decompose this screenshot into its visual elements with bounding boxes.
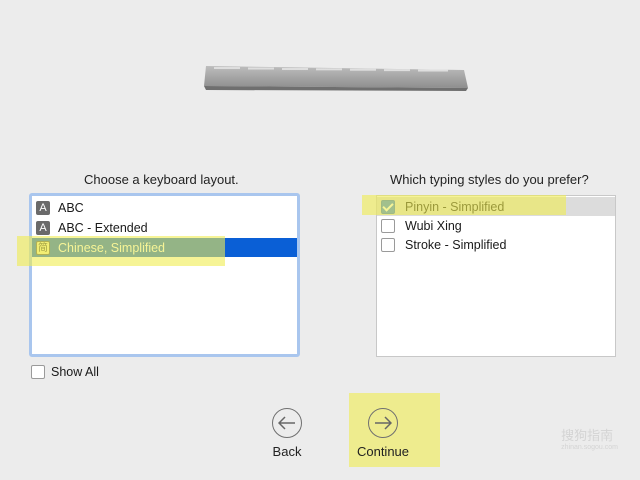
layout-item-abc-extended[interactable]: A ABC - Extended [32,218,297,237]
back-arrow-icon [272,408,302,438]
style-item-label: Pinyin - Simplified [405,199,505,214]
layout-prompt: Choose a keyboard layout. [84,172,239,187]
wubi-checkbox[interactable] [381,218,395,233]
keyboard-image [204,66,468,91]
show-all-checkbox[interactable] [31,365,45,379]
pinyin-checkbox[interactable] [381,199,395,214]
abc-input-icon: A [36,220,50,235]
chinese-input-icon: 简 [36,240,50,255]
layout-item-abc[interactable]: A ABC [32,198,297,217]
layout-item-label: ABC [58,200,84,215]
layout-item-chinese-simplified[interactable]: 简 Chinese, Simplified [32,238,297,257]
typing-style-list[interactable]: Pinyin - Simplified Wubi Xing Stroke - S… [376,195,616,357]
style-item-wubi[interactable]: Wubi Xing [377,216,615,235]
keyboard-layout-list[interactable]: A ABC A ABC - Extended 简 Chinese, Simpli… [29,193,300,357]
continue-button[interactable]: Continue [352,408,414,459]
watermark: 搜狗指南 zhinan.sogou.com [561,425,618,451]
back-button[interactable]: Back [266,408,308,459]
layout-item-label: ABC - Extended [58,220,148,235]
show-all-label: Show All [51,365,99,379]
back-label: Back [272,444,302,459]
style-item-label: Stroke - Simplified [405,237,507,252]
watermark-url: zhinan.sogou.com [561,444,618,451]
style-item-pinyin[interactable]: Pinyin - Simplified [377,197,615,216]
stroke-checkbox[interactable] [381,237,395,252]
abc-input-icon: A [36,200,50,215]
forward-arrow-icon [368,408,398,438]
layout-item-label: Chinese, Simplified [58,240,165,255]
watermark-text: 搜狗指南 [561,428,614,443]
style-item-label: Wubi Xing [405,218,462,233]
style-item-stroke[interactable]: Stroke - Simplified [377,235,615,254]
typing-style-prompt: Which typing styles do you prefer? [390,172,589,187]
show-all-toggle[interactable]: Show All [31,365,99,379]
continue-label: Continue [356,444,410,459]
